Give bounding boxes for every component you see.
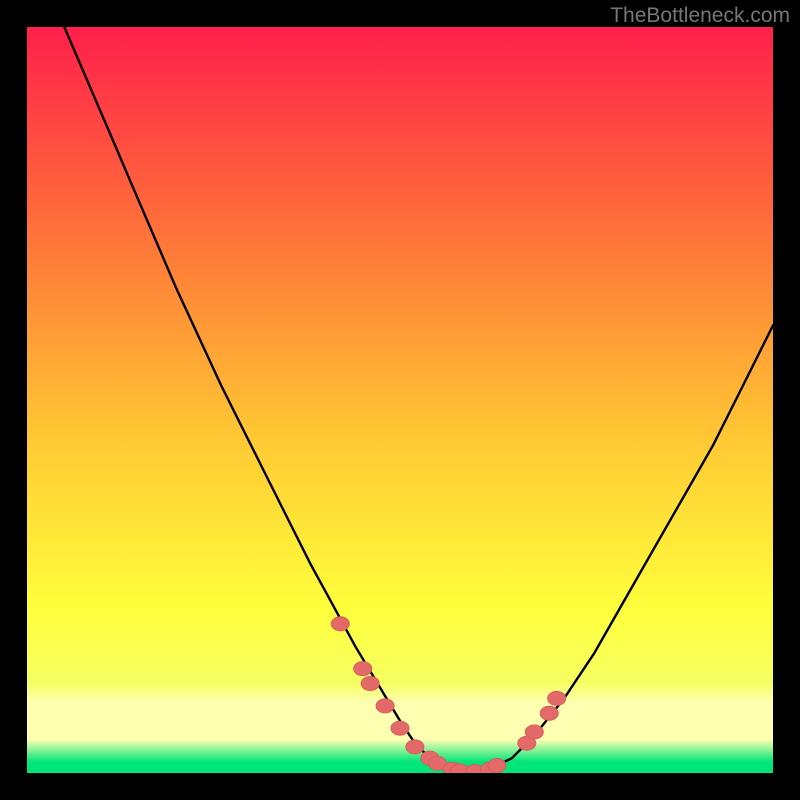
watermark-text: TheBottleneck.com	[610, 4, 790, 28]
marker-point	[391, 721, 409, 735]
marker-point	[354, 662, 372, 676]
marker-point	[376, 699, 394, 713]
marker-point	[331, 617, 349, 631]
chart-svg	[27, 27, 773, 773]
marker-point	[488, 759, 506, 773]
marker-point	[525, 725, 543, 739]
marker-point	[406, 740, 424, 754]
chart-frame	[27, 27, 773, 773]
marker-point	[540, 706, 558, 720]
marker-point	[548, 691, 566, 705]
marker-point	[361, 677, 379, 691]
chart-background	[27, 27, 773, 773]
